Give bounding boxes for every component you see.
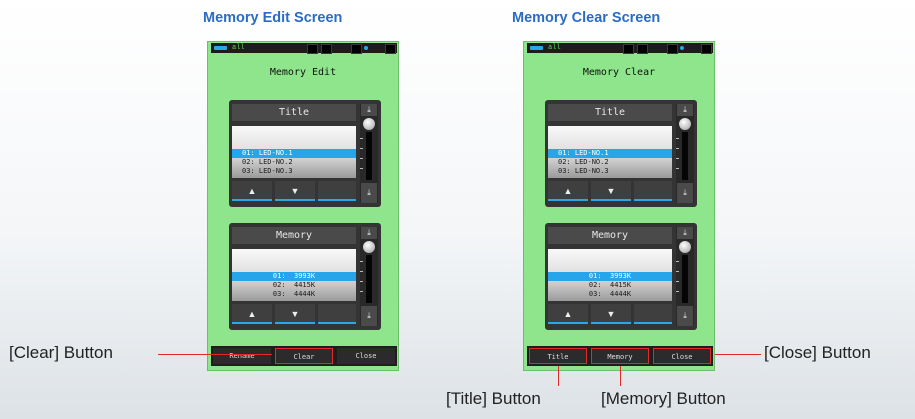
status-dot-icon xyxy=(680,46,684,50)
down-arrow-icon[interactable]: ▼ xyxy=(275,304,315,324)
close-button-caption: [Close] Button xyxy=(764,343,871,362)
title-button[interactable]: Title xyxy=(529,348,587,364)
close-button[interactable]: Close xyxy=(337,348,395,364)
rename-button[interactable]: Rename xyxy=(213,348,271,364)
title-button-caption: [Title] Button xyxy=(446,389,541,408)
scroll-knob[interactable] xyxy=(363,118,375,130)
signal-indicator: all xyxy=(232,44,245,52)
list-item[interactable]: 01: LED-NO.1 xyxy=(548,149,672,158)
scroll-track[interactable] xyxy=(366,132,372,180)
title-list-header: Title xyxy=(548,104,672,121)
screen-title: Memory Edit xyxy=(269,67,337,78)
bottom-button-bar: Title Memory Close xyxy=(527,346,713,366)
memory-list[interactable]: 01: 3993K 02: 4415K 03: 4444K xyxy=(232,249,356,301)
title-list-header: Title xyxy=(232,104,356,121)
scroll-knob[interactable] xyxy=(363,241,375,253)
list-item[interactable]: 03: LED-NO.3 xyxy=(548,167,672,176)
spacer xyxy=(634,304,672,324)
title-callout-line xyxy=(558,366,559,386)
title-list-panel: Title 01: LED-NO.1 02: LED-NO.2 03: LED-… xyxy=(229,100,381,207)
up-arrow-icon[interactable]: ▲ xyxy=(548,304,588,324)
double-down-arrow-icon[interactable]: ⤓ xyxy=(677,183,693,203)
spacer xyxy=(634,181,672,201)
list-item[interactable]: 01: 3993K xyxy=(232,272,356,281)
down-arrow-icon[interactable]: ▼ xyxy=(591,181,631,201)
clear-callout-line xyxy=(158,354,272,355)
double-up-arrow-icon[interactable]: ⤓ xyxy=(677,227,693,239)
memory-button[interactable]: Memory xyxy=(591,348,649,364)
close-button[interactable]: Close xyxy=(653,348,711,364)
status-dot-icon xyxy=(364,46,368,50)
status-bar: all xyxy=(527,43,713,54)
memory-list-panel: Memory 01: 3993K 02: 4415K 03: 4444K ⤓ ⤓… xyxy=(229,223,381,330)
scroll-knob[interactable] xyxy=(679,241,691,253)
spacer xyxy=(318,304,356,324)
list-item[interactable]: 01: 3993K xyxy=(548,272,672,281)
scroll-knob[interactable] xyxy=(679,118,691,130)
double-up-arrow-icon[interactable]: ⤓ xyxy=(361,104,377,116)
memory-clear-device-screen: all Memory Clear Title 01: LED-NO.1 02: … xyxy=(523,41,715,371)
title-list[interactable]: 01: LED-NO.1 02: LED-NO.2 03: LED-NO.3 xyxy=(548,126,672,178)
scrollbar[interactable]: ⤓ ⤓ xyxy=(360,227,378,326)
list-item[interactable]: 03: 4444K xyxy=(232,290,356,299)
memory-clear-heading: Memory Clear Screen xyxy=(512,10,661,26)
scroll-track[interactable] xyxy=(682,255,688,303)
spacer xyxy=(318,181,356,201)
memory-list-header: Memory xyxy=(232,227,356,244)
up-arrow-icon[interactable]: ▲ xyxy=(232,181,272,201)
list-item[interactable]: 02: LED-NO.2 xyxy=(548,158,672,167)
status-indicator-icon xyxy=(701,44,712,54)
status-indicator-icon xyxy=(385,44,396,54)
memory-button-caption: [Memory] Button xyxy=(601,389,726,408)
scrollbar[interactable]: ⤓ ⤓ xyxy=(676,104,694,203)
title-list[interactable]: 01: LED-NO.1 02: LED-NO.2 03: LED-NO.3 xyxy=(232,126,356,178)
scroll-track[interactable] xyxy=(366,255,372,303)
double-down-arrow-icon[interactable]: ⤓ xyxy=(677,306,693,326)
memory-list-header: Memory xyxy=(548,227,672,244)
clear-button[interactable]: Clear xyxy=(275,348,333,364)
down-arrow-icon[interactable]: ▼ xyxy=(275,181,315,201)
up-arrow-icon[interactable]: ▲ xyxy=(232,304,272,324)
close-callout-line xyxy=(715,354,761,355)
scrollbar[interactable]: ⤓ ⤓ xyxy=(676,227,694,326)
list-item[interactable]: 02: 4415K xyxy=(548,281,672,290)
list-item[interactable]: 01: LED-NO.1 xyxy=(232,149,356,158)
screen-title: Memory Clear xyxy=(582,67,656,78)
memory-list[interactable]: 01: 3993K 02: 4415K 03: 4444K xyxy=(548,249,672,301)
list-item[interactable]: 02: 4415K xyxy=(232,281,356,290)
status-indicator-icon xyxy=(321,44,332,54)
memory-list-panel: Memory 01: 3993K 02: 4415K 03: 4444K ⤓ ⤓… xyxy=(545,223,697,330)
double-down-arrow-icon[interactable]: ⤓ xyxy=(361,306,377,326)
up-arrow-icon[interactable]: ▲ xyxy=(548,181,588,201)
list-item[interactable]: 03: LED-NO.3 xyxy=(232,167,356,176)
clear-button-caption: [Clear] Button xyxy=(9,343,113,362)
scroll-track[interactable] xyxy=(682,132,688,180)
status-indicator-icon xyxy=(637,44,648,54)
battery-icon xyxy=(530,46,543,50)
bottom-button-bar: Rename Clear Close xyxy=(211,346,397,366)
status-indicator-icon xyxy=(307,44,318,54)
title-list-panel: Title 01: LED-NO.1 02: LED-NO.2 03: LED-… xyxy=(545,100,697,207)
list-item[interactable]: 02: LED-NO.2 xyxy=(232,158,356,167)
status-indicator-icon xyxy=(623,44,634,54)
double-down-arrow-icon[interactable]: ⤓ xyxy=(361,183,377,203)
status-bar: all xyxy=(211,43,397,54)
double-up-arrow-icon[interactable]: ⤓ xyxy=(677,104,693,116)
status-indicator-icon xyxy=(667,44,678,54)
down-arrow-icon[interactable]: ▼ xyxy=(591,304,631,324)
memory-callout-line xyxy=(620,366,621,386)
double-up-arrow-icon[interactable]: ⤓ xyxy=(361,227,377,239)
status-indicator-icon xyxy=(351,44,362,54)
scrollbar[interactable]: ⤓ ⤓ xyxy=(360,104,378,203)
signal-indicator: all xyxy=(548,44,561,52)
memory-edit-device-screen: all Memory Edit Title 01: LED-NO.1 02: L… xyxy=(207,41,399,371)
battery-icon xyxy=(214,46,227,50)
memory-edit-heading: Memory Edit Screen xyxy=(203,10,343,26)
list-item[interactable]: 03: 4444K xyxy=(548,290,672,299)
